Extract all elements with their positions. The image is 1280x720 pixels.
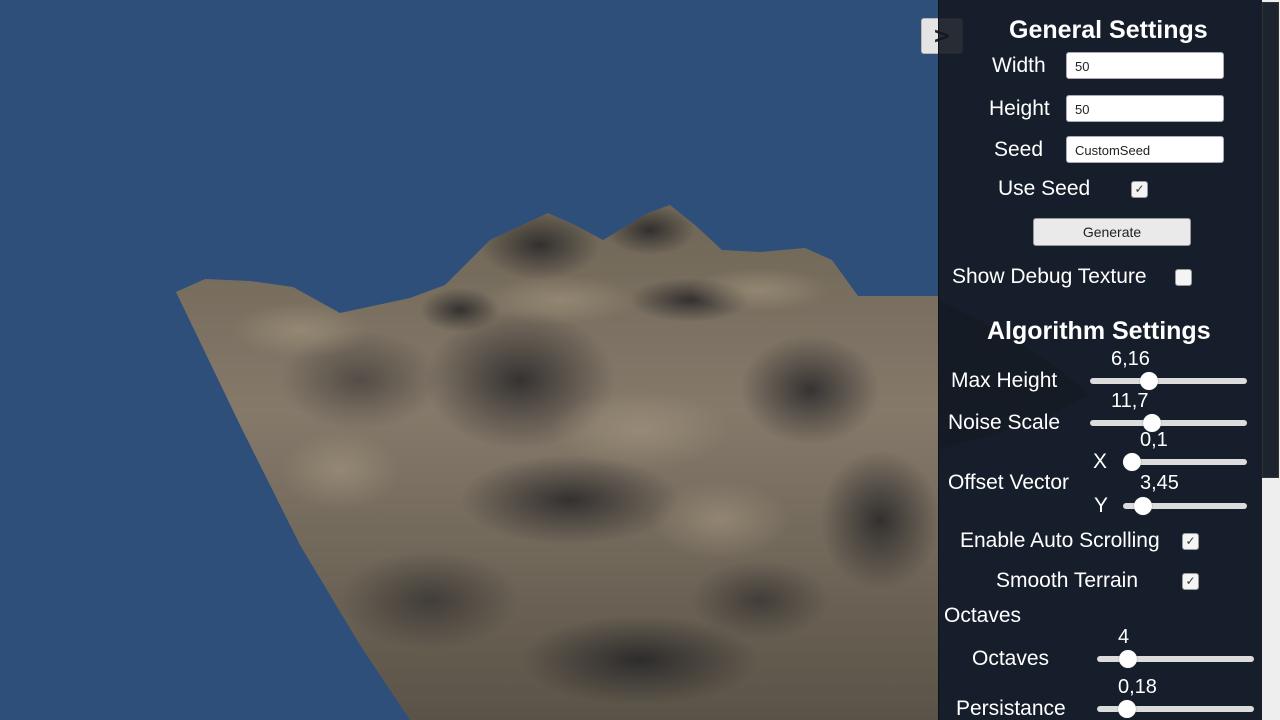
height-input[interactable]: 50 — [1066, 95, 1224, 122]
settings-panel: General Settings Width 50 Height 50 Seed… — [938, 0, 1280, 720]
offset-y-slider-handle[interactable] — [1133, 497, 1152, 515]
offset-x-slider[interactable] — [1123, 453, 1247, 471]
offset-x-label: X — [1093, 450, 1108, 473]
smooth-terrain-checkbox[interactable]: ✓ — [1182, 573, 1199, 590]
offset-x-slider-handle[interactable] — [1123, 453, 1141, 471]
width-input[interactable]: 50 — [1066, 52, 1224, 79]
general-settings-title: General Settings — [1009, 16, 1208, 44]
octaves-label: Octaves — [972, 647, 1050, 670]
panel-scrollbar-thumb[interactable] — [1262, 2, 1279, 478]
generate-button[interactable]: Generate — [1033, 218, 1191, 246]
height-label: Height — [989, 97, 1050, 120]
noise-scale-value: 11,7 — [1111, 390, 1149, 412]
persistance-slider-handle[interactable] — [1117, 700, 1136, 718]
noise-scale-slider[interactable] — [1090, 414, 1247, 432]
seed-input[interactable]: CustomSeed — [1066, 136, 1224, 163]
noise-scale-label: Noise Scale — [948, 411, 1061, 434]
persistance-label: Persistance — [956, 697, 1066, 720]
max-height-value: 6,16 — [1111, 348, 1150, 370]
octaves-value: 4 — [1118, 626, 1130, 648]
persistance-value: 0,18 — [1118, 676, 1157, 698]
max-height-slider-handle[interactable] — [1140, 372, 1159, 390]
octaves-slider[interactable] — [1097, 650, 1254, 668]
use-seed-checkbox[interactable]: ✓ — [1131, 181, 1148, 198]
offset-vector-label: Offset Vector — [948, 471, 1070, 494]
auto-scroll-checkbox[interactable]: ✓ — [1182, 533, 1199, 550]
octaves-slider-handle[interactable] — [1119, 650, 1138, 668]
persistance-slider[interactable] — [1097, 700, 1254, 718]
max-height-slider[interactable] — [1090, 372, 1247, 390]
octaves-section-title: Octaves — [944, 604, 1022, 627]
use-seed-label: Use Seed — [998, 177, 1091, 200]
offset-y-label: Y — [1094, 494, 1109, 517]
debug-texture-checkbox[interactable] — [1175, 269, 1192, 286]
offset-y-slider[interactable] — [1123, 497, 1247, 515]
max-height-label: Max Height — [951, 369, 1058, 392]
auto-scroll-label: Enable Auto Scrolling — [960, 529, 1160, 552]
smooth-terrain-label: Smooth Terrain — [996, 569, 1139, 592]
width-label: Width — [992, 54, 1046, 77]
debug-texture-label: Show Debug Texture — [952, 265, 1147, 288]
seed-label: Seed — [994, 138, 1044, 161]
algorithm-settings-title: Algorithm Settings — [987, 317, 1211, 345]
offset-y-value: 3,45 — [1140, 472, 1179, 494]
offset-x-value: 0,1 — [1140, 429, 1168, 451]
